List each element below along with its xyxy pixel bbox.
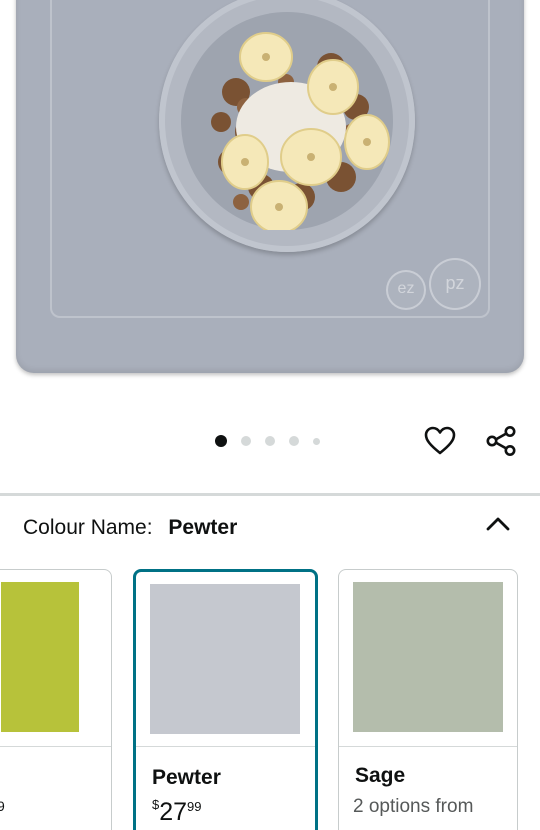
swatch-card-sage[interactable]: Sage 2 options from	[338, 569, 518, 830]
swatch-options-text: 2 options from	[353, 796, 474, 817]
swatch-color	[1, 582, 79, 732]
product-image[interactable]: ez pz	[0, 0, 540, 395]
favorite-button[interactable]	[422, 423, 458, 459]
carousel-dot-4[interactable]	[289, 436, 299, 446]
carousel-dot-5[interactable]	[313, 437, 320, 445]
carousel-dot-2[interactable]	[241, 436, 251, 446]
swatch-color	[150, 584, 300, 734]
swatch-name: Sage	[355, 764, 406, 787]
food-illustration	[211, 32, 390, 234]
share-button[interactable]	[483, 423, 519, 459]
heart-icon	[424, 426, 456, 455]
placemat: ez pz	[16, 0, 524, 373]
variation-value: Pewter	[168, 516, 238, 539]
carousel-dot-1[interactable]	[215, 435, 227, 447]
section-divider	[0, 493, 540, 496]
collapse-variations-button[interactable]	[484, 512, 512, 536]
bowl	[159, 0, 415, 252]
chevron-up-icon	[486, 517, 510, 531]
swatch-color	[353, 582, 503, 732]
swatch-price-partial: 9	[0, 798, 5, 814]
carousel-dot-3[interactable]	[265, 436, 275, 446]
variation-header: Colour Name: Pewter	[23, 516, 237, 540]
swatch-name: Pewter	[152, 766, 221, 789]
ez-logo-mark: ez	[386, 270, 426, 310]
variation-label: Colour Name:	[23, 516, 153, 539]
swatch-card-pewter[interactable]: Pewter $2799	[133, 569, 318, 830]
swatch-card-lime[interactable]: 9	[0, 569, 112, 830]
pz-logo-mark: pz	[429, 258, 481, 310]
share-icon	[486, 426, 516, 456]
swatch-price: $2799	[152, 797, 202, 826]
carousel-indicator[interactable]	[215, 434, 320, 448]
